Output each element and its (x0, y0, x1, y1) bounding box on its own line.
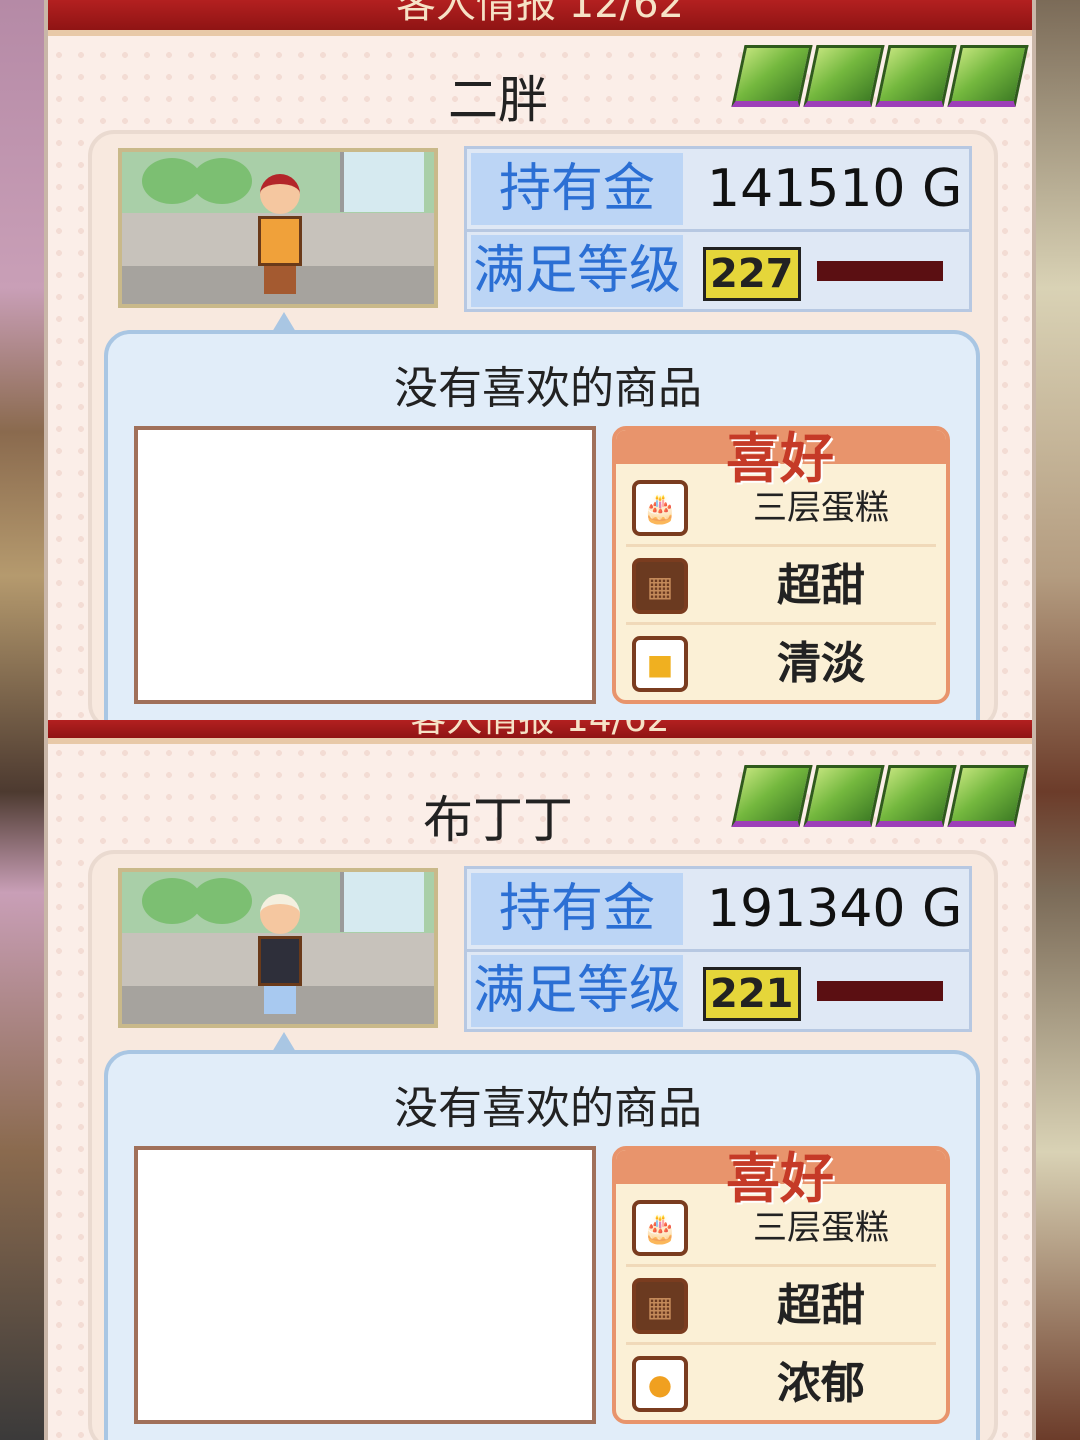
window-icon (340, 872, 424, 932)
money-stack-icon (731, 765, 813, 827)
money-value: 141510 G (707, 159, 963, 219)
customer-portrait (118, 868, 438, 1028)
favorite-status: 没有喜欢的商品 (394, 1083, 702, 1134)
window-icon (340, 152, 424, 212)
preference-label: 超甜 (777, 1280, 865, 1331)
level-label: 满足等级 (471, 955, 683, 1027)
rank-badges (731, 765, 1029, 835)
customer-stats: 持有金 191340 G 满足等级 221 (464, 866, 972, 1032)
customer-name: 二胖 (448, 71, 548, 129)
bubble-tail (272, 1032, 296, 1052)
money-stack-icon (875, 45, 957, 107)
money-value: 191340 G (707, 879, 963, 939)
customer-stats: 持有金 141510 G 满足等级 227 (464, 146, 972, 312)
favorite-goods-box (134, 1146, 596, 1424)
money-stack-icon (947, 45, 1029, 107)
panel-header: 客人情报 14/62 (48, 720, 1032, 744)
level-bar (817, 261, 943, 281)
level-value: 221 (703, 967, 801, 1021)
money-stack-icon (803, 765, 885, 827)
level-label: 满足等级 (471, 235, 683, 307)
money-stack-icon (731, 45, 813, 107)
preference-label: 超甜 (777, 560, 865, 611)
preference-label: 浓郁 (777, 1358, 865, 1409)
tree-icon (192, 158, 252, 204)
customer-name: 布丁丁 (423, 791, 573, 849)
panel-header: 客人情报 12/62 (48, 0, 1032, 36)
preference-box: 喜好 🎂 三层蛋糕 ▦ 超甜 ■ 清淡 (612, 426, 950, 704)
preference-row: 🎂 三层蛋糕 (626, 472, 936, 547)
stats-divider (467, 949, 969, 952)
preference-label: 三层蛋糕 (753, 1208, 889, 1248)
bubble-tail (272, 312, 296, 332)
preference-row: ■ 清淡 (626, 628, 936, 700)
preference-row: ● 浓郁 (626, 1348, 936, 1420)
favorite-status: 没有喜欢的商品 (394, 363, 702, 414)
cake-icon: 🎂 (632, 1200, 688, 1256)
customer-info-panel-1: 客人情报 12/62 二胖 持有金 141510 G 满足等级 227 没有喜欢… (44, 0, 1036, 720)
cake-icon: 🎂 (632, 480, 688, 536)
preference-label: 清淡 (777, 638, 865, 689)
cube-icon: ■ (632, 636, 688, 692)
customer-sprite (250, 166, 308, 296)
customer-portrait (118, 148, 438, 308)
customer-info-panel-2: 客人情报 14/62 布丁丁 持有金 191340 G 满足等级 221 没有喜… (44, 720, 1036, 1440)
chocolate-icon: ▦ (632, 1278, 688, 1334)
preference-box: 喜好 🎂 三层蛋糕 ▦ 超甜 ● 浓郁 (612, 1146, 950, 1424)
money-stack-icon (803, 45, 885, 107)
preference-label: 三层蛋糕 (753, 488, 889, 528)
money-stack-icon (947, 765, 1029, 827)
customer-sprite (250, 886, 308, 1016)
tree-icon (192, 878, 252, 924)
chocolate-icon: ▦ (632, 558, 688, 614)
money-stack-icon (875, 765, 957, 827)
preference-row: ▦ 超甜 (626, 1270, 936, 1345)
preference-row: ▦ 超甜 (626, 550, 936, 625)
money-label: 持有金 (471, 153, 683, 225)
level-value: 227 (703, 247, 801, 301)
rank-badges (731, 45, 1029, 115)
stats-divider (467, 229, 969, 232)
preference-row: 🎂 三层蛋糕 (626, 1192, 936, 1267)
money-label: 持有金 (471, 873, 683, 945)
dumpling-icon: ● (632, 1356, 688, 1412)
level-bar (817, 981, 943, 1001)
favorite-goods-box (134, 426, 596, 704)
